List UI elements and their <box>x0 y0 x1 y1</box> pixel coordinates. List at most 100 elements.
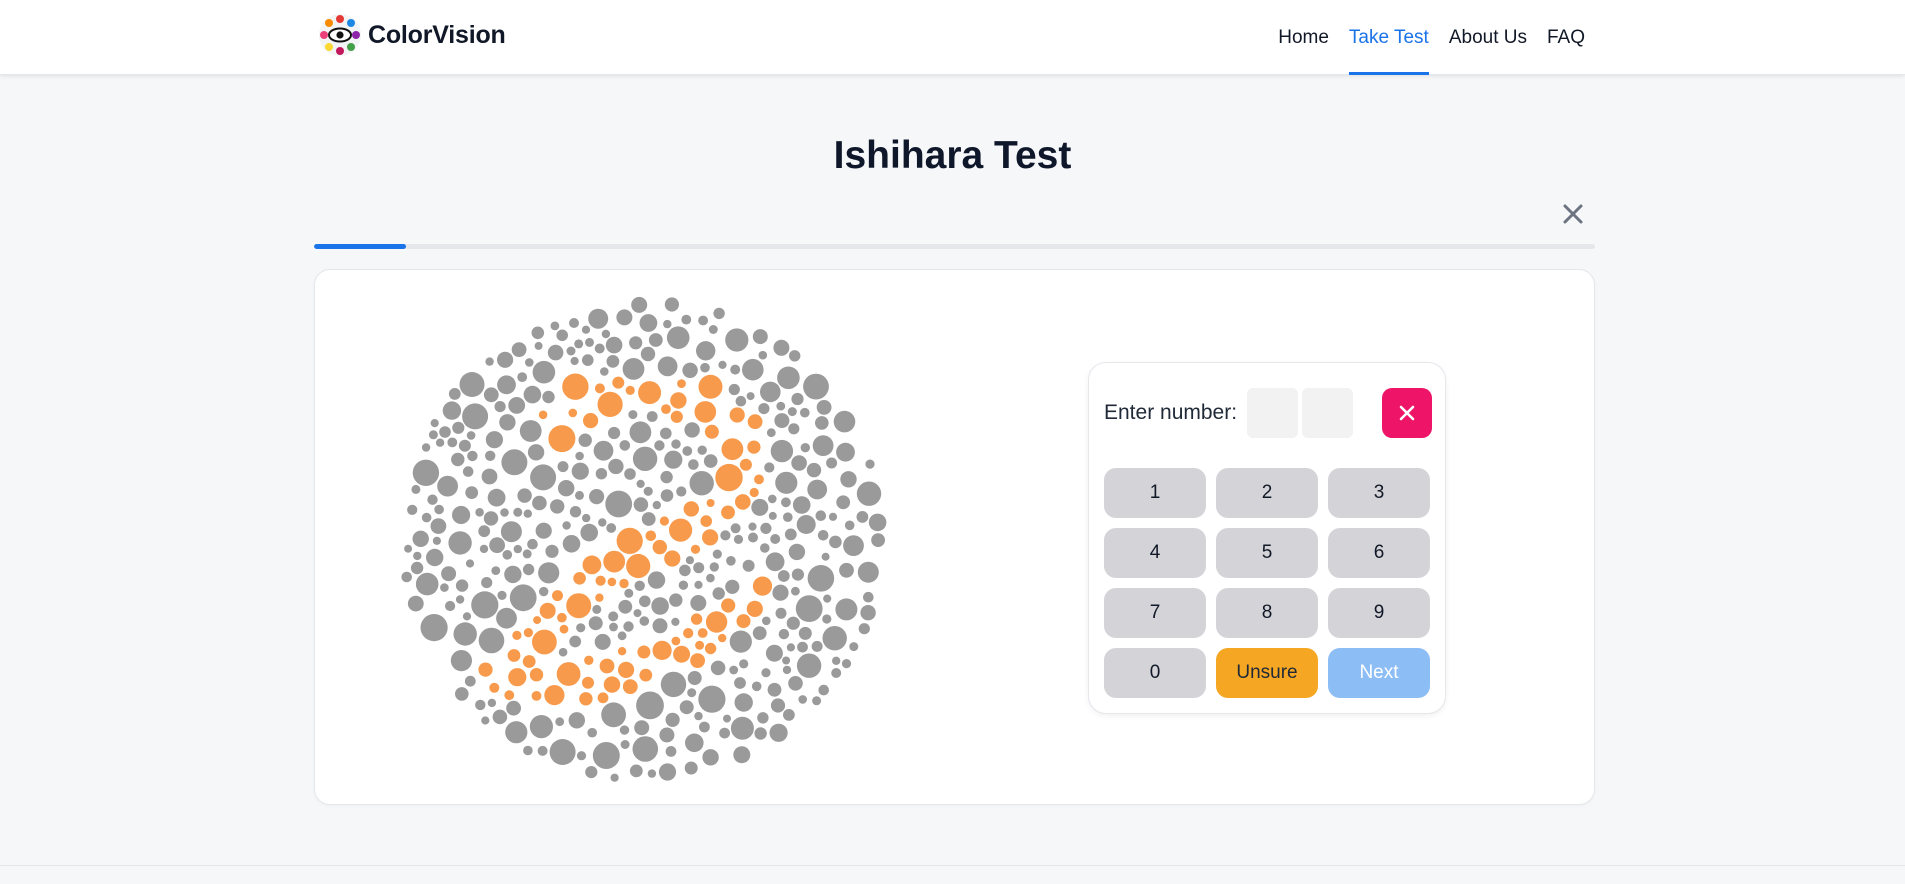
clear-entry-button[interactable] <box>1382 388 1432 438</box>
plate-background-dot <box>733 534 744 544</box>
plate-background-dot <box>702 749 719 766</box>
key-3[interactable]: 3 <box>1328 468 1430 518</box>
plate-background-dot <box>679 564 691 577</box>
plate-background-dot <box>588 616 603 631</box>
plate-figure-dot <box>582 676 594 689</box>
plate-background-dot <box>786 616 800 630</box>
plate-background-dot <box>619 725 630 735</box>
plate-figure-dot <box>735 494 751 510</box>
plate-background-dot <box>706 573 715 583</box>
plate-background-dot <box>582 354 594 366</box>
plate-background-dot <box>570 356 579 366</box>
plate-background-dot <box>860 605 876 621</box>
plate-background-dot <box>871 533 885 547</box>
plate-background-dot <box>608 611 619 622</box>
brand-name: ColorVision <box>368 20 506 49</box>
plate-background-dot <box>487 698 497 708</box>
plate-background-dot <box>812 696 822 706</box>
plate-background-dot <box>580 523 598 542</box>
plate-figure-dot <box>695 640 705 650</box>
plate-figure-dot <box>704 424 719 439</box>
key-1[interactable]: 1 <box>1104 468 1206 518</box>
plate-background-dot <box>532 360 556 384</box>
key-6[interactable]: 6 <box>1328 528 1430 578</box>
plate-background-dot <box>733 746 751 764</box>
plate-background-dot <box>500 508 509 517</box>
nav-about-us[interactable]: About Us <box>1439 0 1537 75</box>
plate-figure-dot <box>670 410 683 423</box>
plate-background-dot <box>784 528 797 541</box>
plate-background-dot <box>585 337 594 347</box>
plate-figure-dot <box>645 530 657 542</box>
plate-background-dot <box>452 505 471 525</box>
plate-background-dot <box>769 723 788 742</box>
key-7[interactable]: 7 <box>1104 588 1206 638</box>
plate-background-dot <box>618 599 633 614</box>
key-0[interactable]: 0 <box>1104 648 1206 698</box>
plate-figure-dot <box>721 505 735 520</box>
key-5[interactable]: 5 <box>1216 528 1318 578</box>
close-test-button[interactable] <box>1558 199 1588 229</box>
plate-background-dot <box>502 550 513 560</box>
plate-background-dot <box>569 506 582 518</box>
plate-background-dot <box>582 513 591 523</box>
plate-background-dot <box>694 711 703 721</box>
plate-background-dot <box>679 700 694 715</box>
next-button[interactable]: Next <box>1328 648 1430 698</box>
plate-background-dot <box>811 640 823 652</box>
plate-background-dot <box>770 698 786 713</box>
plate-figure-dot <box>683 501 699 517</box>
plate-background-dot <box>761 668 771 678</box>
plate-figure-dot <box>690 544 701 554</box>
plate-figure-dot <box>508 668 527 687</box>
plate-background-dot <box>764 462 775 473</box>
plate-figure-dot <box>512 630 522 640</box>
plate-background-dot <box>828 512 838 521</box>
plate-background-dot <box>466 431 476 440</box>
key-9[interactable]: 9 <box>1328 588 1430 638</box>
plate-background-dot <box>768 511 777 520</box>
plate-background-dot <box>571 462 589 480</box>
plate-background-dot <box>806 462 822 478</box>
key-2[interactable]: 2 <box>1216 468 1318 518</box>
plate-background-dot <box>822 626 847 651</box>
plate-figure-dot <box>637 645 651 659</box>
plate-figure-dot <box>754 474 764 485</box>
plate-background-dot <box>783 512 793 522</box>
number-keypad: Enter number: 1 2 3 4 5 6 7 8 9 0 Unsure… <box>1088 362 1446 714</box>
plate-background-dot <box>511 342 527 357</box>
unsure-button[interactable]: Unsure <box>1216 648 1318 698</box>
plate-background-dot <box>693 562 705 574</box>
plate-background-dot <box>657 356 678 377</box>
plate-background-dot <box>728 383 740 396</box>
plate-background-dot <box>550 499 565 514</box>
plate-background-dot <box>496 607 517 629</box>
nav-home[interactable]: Home <box>1268 0 1339 75</box>
nav-take-test[interactable]: Take Test <box>1339 0 1439 75</box>
plate-background-dot <box>426 548 444 567</box>
plate-background-dot <box>787 407 797 417</box>
footer-divider <box>0 865 1905 866</box>
plate-figure-dot <box>617 647 627 656</box>
plate-figure-dot <box>573 572 586 585</box>
plate-figure-dot <box>533 616 542 625</box>
plate-figure-dot <box>698 374 723 399</box>
plate-background-dot <box>639 314 658 332</box>
plate-background-dot <box>660 470 673 484</box>
plate-background-dot <box>777 366 800 390</box>
plate-figure-dot <box>747 414 763 430</box>
brand-logo[interactable]: ColorVision <box>318 12 506 58</box>
plate-figure-dot <box>659 516 669 526</box>
plate-background-dot <box>647 769 657 778</box>
key-4[interactable]: 4 <box>1104 528 1206 578</box>
plate-background-dot <box>629 421 652 444</box>
key-8[interactable]: 8 <box>1216 588 1318 638</box>
nav-faq[interactable]: FAQ <box>1537 0 1595 75</box>
plate-background-dot <box>689 471 714 496</box>
plate-figure-dot <box>619 578 629 589</box>
plate-background-dot <box>798 695 807 704</box>
plate-background-dot <box>671 617 680 626</box>
plate-background-dot <box>442 401 462 420</box>
top-navbar: ColorVision Home Take Test About Us FAQ <box>0 0 1905 75</box>
plate-background-dot <box>538 562 560 584</box>
